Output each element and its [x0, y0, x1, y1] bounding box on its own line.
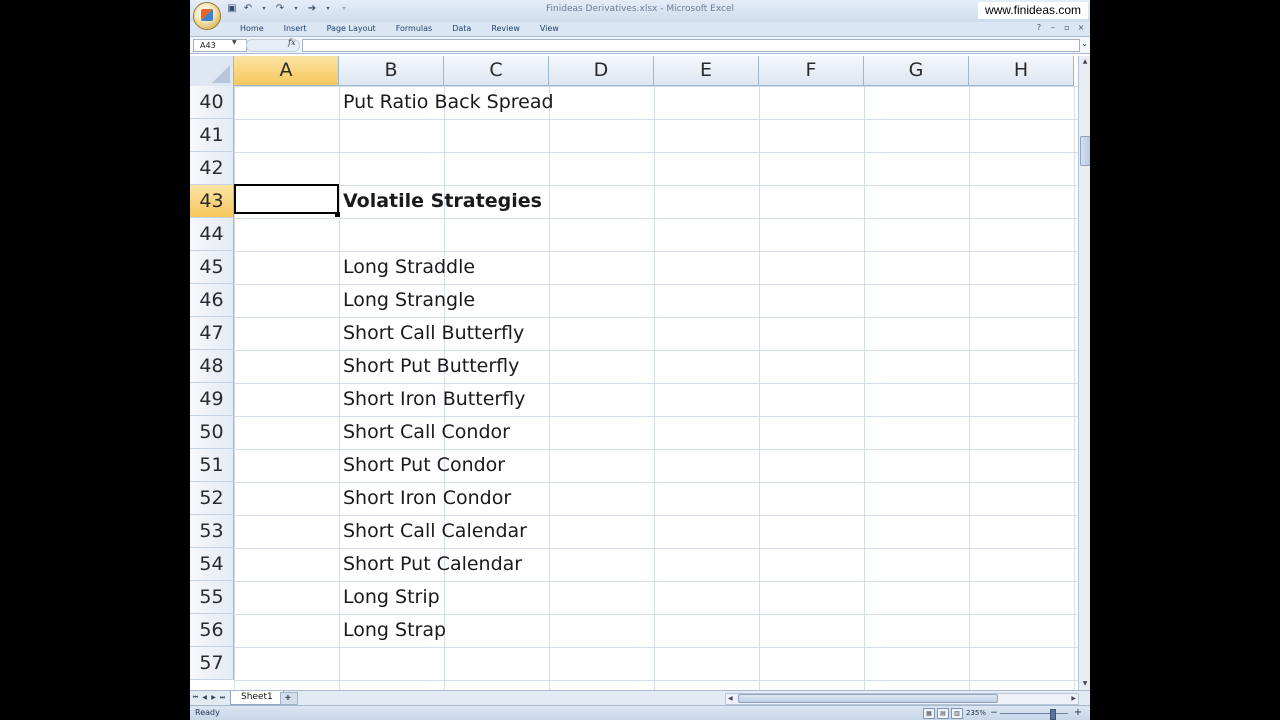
cell-b56[interactable]: Long Strap — [343, 614, 446, 647]
column-header-b[interactable]: B — [339, 56, 444, 86]
scroll-up-icon[interactable]: ▲ — [1080, 57, 1090, 67]
cell-b52[interactable]: Short Iron Condor — [343, 482, 511, 515]
excel-window: ▣ ↶ ▾ ↷ ▾ ➔ ▾ ▿ Finideas Derivatives.xls… — [190, 0, 1090, 720]
zoom-level[interactable]: 235% — [966, 709, 986, 717]
row-header-46[interactable]: 46 — [190, 284, 234, 317]
prev-sheet-icon[interactable]: ◀ — [201, 693, 208, 703]
cell-b53[interactable]: Short Call Calendar — [343, 515, 527, 548]
first-sheet-icon[interactable]: ⏮ — [192, 693, 199, 703]
cell-b50[interactable]: Short Call Condor — [343, 416, 510, 449]
page-layout-view-icon[interactable]: ▤ — [937, 708, 949, 719]
scroll-down-icon[interactable]: ▼ — [1080, 679, 1090, 689]
row-header-47[interactable]: 47 — [190, 317, 234, 350]
cell-b49[interactable]: Short Iron Butterfly — [343, 383, 525, 416]
column-header-e[interactable]: E — [654, 56, 759, 86]
tab-data[interactable]: Data — [442, 23, 481, 35]
cells-area[interactable]: Put Ratio Back Spread Volatile Strategies… — [234, 86, 1078, 690]
tab-view[interactable]: View — [530, 23, 569, 35]
tab-formulas[interactable]: Formulas — [386, 23, 443, 35]
cell-b55[interactable]: Long Strip — [343, 581, 440, 614]
formula-input[interactable] — [302, 39, 1080, 52]
row-header-48[interactable]: 48 — [190, 350, 234, 383]
sheet-tab-sheet1[interactable]: Sheet1 — [230, 691, 284, 705]
tab-review[interactable]: Review — [481, 23, 530, 35]
vertical-scrollbar[interactable]: ▲ ▼ — [1078, 56, 1090, 690]
insert-worksheet-button[interactable]: ✚ — [280, 692, 298, 705]
name-box[interactable]: A43 — [193, 39, 247, 52]
next-sheet-icon[interactable]: ▶ — [210, 693, 217, 703]
select-all-button[interactable] — [190, 56, 234, 87]
insert-function-button[interactable]: fx — [288, 38, 295, 47]
tab-insert[interactable]: Insert — [274, 23, 317, 35]
scroll-right-icon[interactable]: ▶ — [1071, 694, 1076, 704]
tab-home[interactable]: Home — [230, 23, 274, 35]
row-header-51[interactable]: 51 — [190, 449, 234, 482]
title-bar: ▣ ↶ ▾ ↷ ▾ ➔ ▾ ▿ Finideas Derivatives.xls… — [190, 0, 1090, 23]
sheet-navigation: ⏮ ◀ ▶ ⏭ — [192, 693, 226, 703]
ribbon-window-controls: ? – ▫ × — [1034, 23, 1086, 32]
cell-b46[interactable]: Long Strangle — [343, 284, 475, 317]
row-header-55[interactable]: 55 — [190, 581, 234, 614]
row-header-50[interactable]: 50 — [190, 416, 234, 449]
worksheet-grid: ABCDEFGH 40 41 42 43 44 45 46 47 48 49 50 51 52 53 54 5… — [190, 56, 1078, 690]
row-header-52[interactable]: 52 — [190, 482, 234, 515]
minimize-icon[interactable]: – — [1048, 23, 1058, 32]
ribbon-tabs: Home Insert Page Layout Formulas Data Re… — [230, 23, 569, 35]
column-header-d[interactable]: D — [549, 56, 654, 86]
close-icon[interactable]: × — [1076, 23, 1086, 32]
active-cell-a43[interactable] — [234, 184, 339, 214]
vertical-scroll-thumb[interactable] — [1080, 136, 1090, 166]
zoom-slider-track[interactable] — [1000, 713, 1068, 714]
zoom-slider-thumb[interactable] — [1050, 709, 1056, 720]
column-header-f[interactable]: F — [759, 56, 864, 86]
row-header-57[interactable]: 57 — [190, 647, 234, 680]
row-header-49[interactable]: 49 — [190, 383, 234, 416]
normal-view-icon[interactable]: ▦ — [923, 708, 935, 719]
row-header-54[interactable]: 54 — [190, 548, 234, 581]
formula-bar: A43 ▼ fx ⌄ — [190, 37, 1090, 54]
zoom-in-icon[interactable]: + — [1072, 708, 1084, 718]
row-header-45[interactable]: 45 — [190, 251, 234, 284]
cell-b48[interactable]: Short Put Butterfly — [343, 350, 519, 383]
cell-b40[interactable]: Put Ratio Back Spread — [343, 86, 554, 119]
cell-b54[interactable]: Short Put Calendar — [343, 548, 522, 581]
row-header-43[interactable]: 43 — [190, 185, 234, 218]
column-header-a[interactable]: A — [234, 56, 339, 86]
horizontal-scrollbar[interactable]: ◀ ▶ — [725, 693, 1079, 705]
name-box-dropdown-icon[interactable]: ▼ — [232, 39, 237, 46]
sheet-tab-bar: ⏮ ◀ ▶ ⏭ Sheet1 ✚ ◀ ▶ — [190, 690, 1090, 705]
cell-b51[interactable]: Short Put Condor — [343, 449, 505, 482]
cell-b47[interactable]: Short Call Butterfly — [343, 317, 524, 350]
status-text: Ready — [195, 708, 220, 717]
column-header-h[interactable]: H — [969, 56, 1074, 86]
scroll-left-icon[interactable]: ◀ — [728, 694, 733, 704]
watermark-text: www.finideas.com — [978, 2, 1088, 19]
help-icon[interactable]: ? — [1034, 23, 1044, 32]
horizontal-scroll-thumb[interactable] — [738, 694, 998, 703]
zoom-out-icon[interactable]: − — [989, 708, 999, 718]
last-sheet-icon[interactable]: ⏭ — [219, 693, 226, 703]
column-header-g[interactable]: G — [864, 56, 969, 86]
page-break-view-icon[interactable]: ▥ — [951, 708, 963, 719]
status-bar: Ready ▦ ▤ ▥ 235% − + — [190, 705, 1090, 720]
office-logo-icon — [201, 9, 213, 21]
new-sheet-icon: ✚ — [285, 694, 291, 702]
row-header-53[interactable]: 53 — [190, 515, 234, 548]
window-title: Finideas Derivatives.xlsx - Microsoft Ex… — [546, 4, 734, 14]
restore-icon[interactable]: ▫ — [1062, 23, 1072, 32]
cell-b43[interactable]: Volatile Strategies — [343, 185, 542, 218]
row-header-40[interactable]: 40 — [190, 86, 234, 119]
tab-page-layout[interactable]: Page Layout — [317, 23, 386, 35]
row-header-56[interactable]: 56 — [190, 614, 234, 647]
column-header-c[interactable]: C — [444, 56, 549, 86]
fill-handle[interactable] — [335, 212, 340, 217]
expand-formula-bar-icon[interactable]: ⌄ — [1081, 39, 1088, 48]
row-header-42[interactable]: 42 — [190, 152, 234, 185]
cell-b45[interactable]: Long Straddle — [343, 251, 475, 284]
ribbon: Home Insert Page Layout Formulas Data Re… — [190, 22, 1090, 37]
row-header-41[interactable]: 41 — [190, 119, 234, 152]
view-buttons: ▦ ▤ ▥ — [923, 708, 963, 719]
row-header-44[interactable]: 44 — [190, 218, 234, 251]
office-button[interactable] — [193, 2, 221, 30]
